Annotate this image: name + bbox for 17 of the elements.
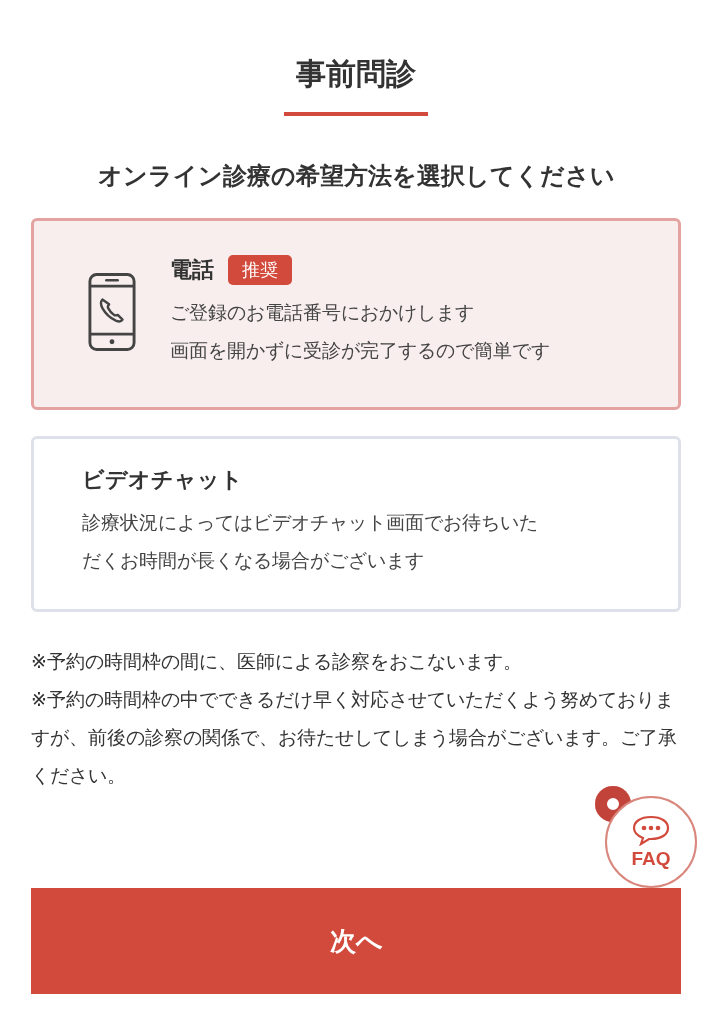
question-text: オンライン診療の希望方法を選択してください <box>96 161 616 192</box>
next-button[interactable]: 次へ <box>31 888 681 994</box>
option-description: 画面を開かずに受診が完了するので簡単です <box>170 338 550 363</box>
option-card[interactable]: 電話 推奨 ご登録のお電話番号におかけします 画面を開かずに受診が完了するので簡単です <box>31 218 681 410</box>
note-text: ※予約の時間枠の間に、医師による診察をおこないます。 <box>31 649 523 674</box>
option-description: ご登録のお電話番号におかけします <box>170 300 475 325</box>
option-card[interactable]: ビデオチャット 診療状況によってはビデオチャット画面でお待ちいた だくお時間が長くなる場合がございます <box>31 436 681 612</box>
smartphone-icon <box>88 272 136 352</box>
note-text: ※予約の時間枠の中でできるだけ早く対応させていただくよう努めておりますが、前後の診察の関係で、お待たせしてしまう場合がございます。ご了承ください。 <box>31 687 678 788</box>
recommended-badge: 推奨 <box>228 255 292 285</box>
option-description: 診療状況によってはビデオチャット画面でお待ちいた <box>82 510 538 535</box>
page-title: 事前問診 <box>296 55 416 93</box>
option-title: 電話 <box>170 256 214 284</box>
option-title: ビデオチャット <box>82 466 243 494</box>
chat-bubble-icon <box>631 814 671 846</box>
option-description: だくお時間が長くなる場合がございます <box>82 548 425 573</box>
faq-button[interactable]: FAQ <box>605 796 697 888</box>
